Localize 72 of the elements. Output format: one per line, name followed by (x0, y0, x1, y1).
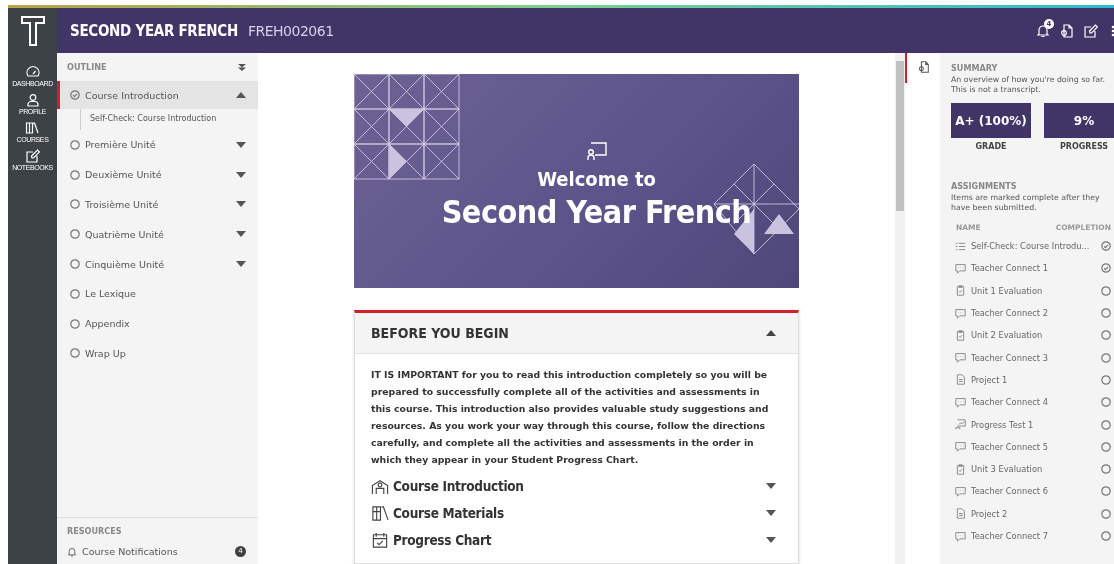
accordion-item[interactable]: Progress Chart (371, 526, 782, 553)
stat-value: 9% (1044, 103, 1114, 138)
intro-paragraph: IT IS IMPORTANT for you to read this introduction completely so you will be prepared to successfully complete all of the activities and assessments in this course. This introduction also provides valuable study suggestions and resources. As you work your way through this course, follow the directions carefully, and complete all the activities and assessments in the order in which they appear in your Student Progress Chart. (371, 368, 770, 467)
outline-item[interactable]: Cinquième Unité (57, 249, 258, 279)
course-title: SECOND YEAR FRENCH (70, 21, 238, 40)
checklist-icon (955, 240, 966, 252)
assignment-row[interactable]: Unit 2 Evaluation (951, 324, 1111, 347)
assignment-row[interactable]: Teacher Connect 6 (951, 480, 1111, 503)
section-header[interactable]: BEFORE YOU BEGIN (355, 313, 798, 354)
outline-item[interactable]: Troisième Unité (57, 189, 258, 220)
books-icon (25, 121, 40, 135)
chat-bubble-icon (955, 352, 966, 364)
outline-subitem[interactable]: Self-Check: Course Introduction (80, 109, 258, 130)
outline-item[interactable]: Quatrième Unité (57, 219, 258, 250)
chat-bubble-icon (955, 307, 966, 319)
calendar-check-icon (371, 530, 389, 549)
chat-bubble-icon (955, 485, 966, 497)
assignment-row[interactable]: Self-Check: Course Introdu... (951, 235, 1111, 258)
collapse-all-icon (238, 62, 246, 72)
assignment-row[interactable]: Teacher Connect 2 (951, 301, 1111, 325)
notebook-edit-icon (25, 149, 40, 163)
chat-bubble-icon (955, 530, 966, 542)
outline-item[interactable]: Première Unité (57, 130, 258, 160)
t-logo-icon (20, 15, 45, 46)
course-code: FREH002061 (247, 22, 334, 39)
assignment-row[interactable]: Progress Test 1 (951, 413, 1111, 436)
outline-item[interactable]: Le Lexique (57, 279, 258, 309)
presentation-icon (584, 141, 609, 161)
document-icon (955, 374, 966, 386)
caret-up-icon (766, 330, 776, 336)
assignment-row[interactable]: Project 1 (951, 368, 1111, 392)
outline-item[interactable]: Appendix (57, 308, 258, 339)
edit-icon (1084, 23, 1098, 38)
scrollbar[interactable] (895, 53, 905, 564)
outline-item[interactable]: Course Introduction (57, 81, 258, 109)
section-heading: OUTLINE (67, 62, 107, 72)
stat-label: PROGRESS (1059, 141, 1109, 151)
stat-label: GRADE (975, 141, 1007, 151)
stat-value: A+ (100%) (951, 103, 1031, 138)
document-icon (1060, 23, 1074, 38)
assignment-row[interactable]: Unit 3 Evaluation (951, 457, 1111, 481)
assignment-row[interactable]: Teacher Connect 4 (951, 391, 1111, 414)
chat-bubble-icon (955, 441, 966, 453)
gauge-icon (25, 65, 40, 79)
chat-bubble-icon (955, 396, 966, 408)
document-icon (955, 508, 966, 520)
section-heading: SUMMARY (951, 63, 999, 73)
clipboard-check-icon (955, 285, 966, 297)
person-icon (25, 93, 40, 107)
assignment-row[interactable]: Teacher Connect 1 (951, 257, 1111, 280)
monitor-chart-icon (955, 419, 966, 430)
hero-title: Second Year French (441, 193, 752, 231)
assignment-row[interactable]: Unit 1 Evaluation (951, 279, 1111, 302)
bell-icon (67, 546, 77, 557)
outline-item[interactable]: Wrap Up (57, 338, 258, 369)
notification-bell-icon (1036, 23, 1050, 38)
assignment-row[interactable]: Teacher Connect 7 (951, 524, 1111, 548)
resource-link[interactable]: Course Notifications (82, 546, 178, 557)
clipboard-check-icon (955, 329, 966, 341)
section-heading: RESOURCES (67, 526, 123, 536)
assignment-row[interactable]: Teacher Connect 3 (951, 346, 1111, 369)
outline-item[interactable]: Deuxième Unité (57, 159, 258, 190)
section-heading: ASSIGNMENTS (951, 181, 1018, 191)
document-icon (917, 61, 930, 73)
assignment-row[interactable]: Project 2 (951, 502, 1111, 525)
books-icon (371, 503, 389, 522)
clipboard-check-icon (955, 463, 966, 475)
chat-bubble-icon (955, 262, 966, 274)
hero-subtitle: Welcome to (537, 167, 656, 191)
assignment-row[interactable]: Teacher Connect 5 (951, 435, 1111, 458)
accordion-item[interactable]: Course Introduction (371, 472, 782, 499)
accordion-item[interactable]: Course Materials (371, 499, 782, 526)
